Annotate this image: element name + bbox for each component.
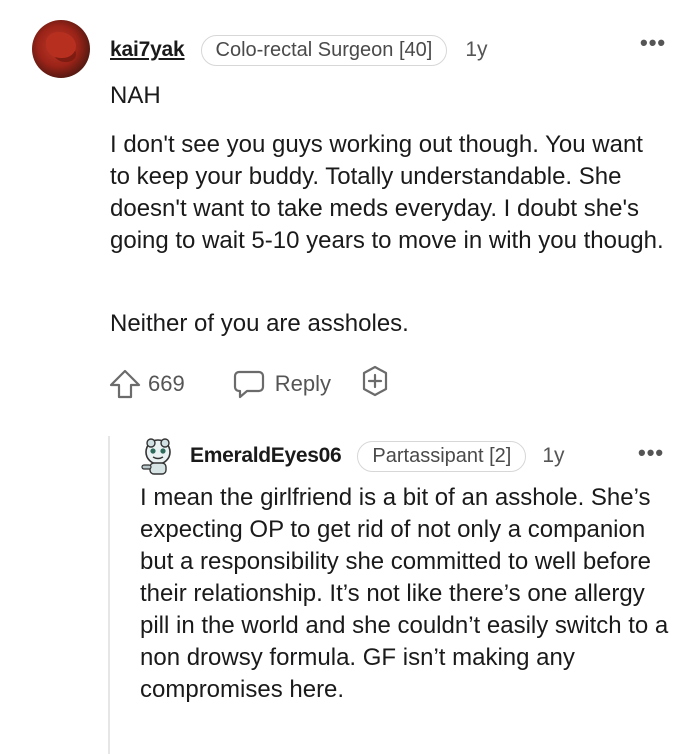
username-link[interactable]: kai7yak — [110, 38, 185, 62]
snoo-avatar-icon[interactable] — [138, 434, 178, 476]
more-dots-icon: ••• — [640, 30, 667, 55]
award-button[interactable] — [359, 365, 391, 403]
comment-header: kai7yak Colo-rectal Surgeon [40] 1y — [110, 32, 488, 68]
comment-paragraph: Neither of you are assholes. — [110, 310, 409, 337]
username-link[interactable]: EmeraldEyes06 — [190, 444, 342, 468]
reply-header: EmeraldEyes06 Partassipant [2] 1y — [190, 438, 565, 474]
thread-line[interactable] — [108, 436, 110, 754]
user-flair: Colo-rectal Surgeon [40] — [200, 34, 448, 66]
comment-actions: 669 Reply — [108, 364, 391, 404]
comment-age: 1y — [465, 38, 488, 61]
comment-age: 1y — [542, 444, 565, 467]
comment-paragraph: I don't see you guys working out though.… — [110, 131, 664, 254]
reply-body: I mean the girlfriend is a bit of an ass… — [140, 484, 669, 703]
upvote-button[interactable]: 669 — [108, 368, 185, 400]
speech-bubble-icon — [233, 370, 264, 399]
comment-paragraph: NAH — [110, 82, 161, 109]
reply-label: Reply — [274, 371, 331, 396]
upvote-arrow-icon — [109, 369, 141, 399]
user-flair: Partassipant [2] — [357, 440, 527, 472]
reply-button[interactable]: Reply — [233, 369, 331, 399]
more-options-button[interactable]: ••• — [640, 30, 666, 56]
avatar[interactable] — [32, 20, 90, 78]
award-plus-icon — [362, 365, 388, 397]
vote-count: 669 — [148, 371, 185, 396]
more-dots-icon: ••• — [638, 440, 665, 465]
more-options-button[interactable]: ••• — [638, 440, 664, 466]
